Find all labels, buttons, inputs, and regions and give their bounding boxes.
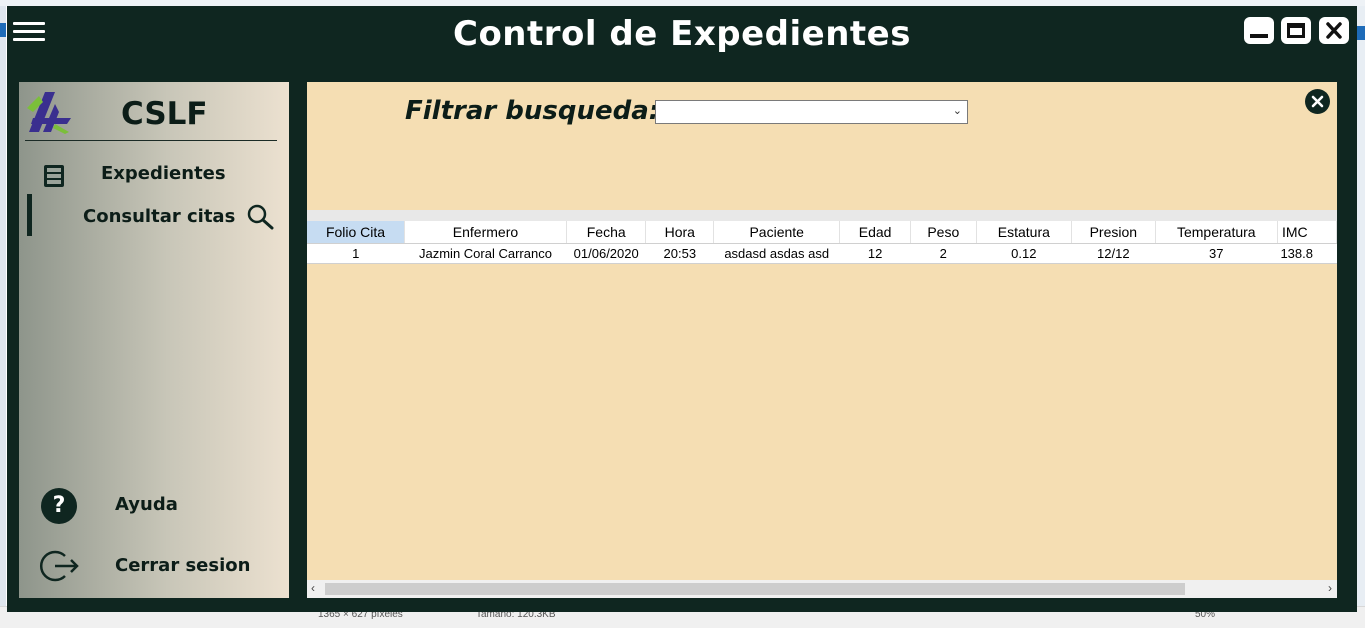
host-left-marker xyxy=(0,23,6,37)
sidebar-item-expedientes[interactable]: Expedientes xyxy=(39,160,279,190)
filter-dropdown[interactable]: ⌄ xyxy=(655,100,968,124)
sidebar-item-label: Cerrar sesion xyxy=(115,555,251,576)
column-header-estatura[interactable]: Estatura xyxy=(976,221,1072,244)
sidebar-item-label: Expedientes xyxy=(101,163,226,184)
sidebar-item-ayuda[interactable]: ? Ayuda xyxy=(41,488,281,524)
cell-peso[interactable]: 2 xyxy=(910,243,977,264)
sidebar-item-consultar-citas[interactable]: Consultar citas xyxy=(25,194,281,238)
column-header-fecha[interactable]: Fecha xyxy=(566,221,647,244)
grid-header-gap xyxy=(307,210,1337,221)
column-header-edad[interactable]: Edad xyxy=(839,221,911,244)
title-bar: Control de Expedientes xyxy=(7,6,1357,66)
table-header-row: Folio Cita Enfermero Fecha Hora Paciente… xyxy=(307,221,1337,244)
filter-label: Filtrar busqueda: xyxy=(405,96,660,126)
cell-presion[interactable]: 12/12 xyxy=(1071,243,1156,264)
minimize-button[interactable] xyxy=(1244,17,1274,44)
column-header-peso[interactable]: Peso xyxy=(910,221,977,244)
cell-folio-cita[interactable]: 1 xyxy=(307,243,405,264)
host-right-edge xyxy=(1357,6,1365,606)
logout-icon xyxy=(39,550,79,582)
column-header-presion[interactable]: Presion xyxy=(1071,221,1156,244)
close-icon xyxy=(1326,22,1342,39)
brand-name: CSLF xyxy=(121,96,208,132)
app-window: Control de Expedientes CSLF Expedientes xyxy=(7,6,1357,612)
cell-imc[interactable]: 138.8 xyxy=(1277,243,1337,264)
column-header-hora[interactable]: Hora xyxy=(645,221,715,244)
maximize-button[interactable] xyxy=(1281,17,1311,44)
cell-hora[interactable]: 20:53 xyxy=(645,243,714,264)
brand-divider xyxy=(25,140,277,141)
search-icon xyxy=(247,204,274,230)
cell-paciente[interactable]: asdasd asdas asd xyxy=(713,243,840,264)
column-header-temperatura[interactable]: Temperatura xyxy=(1155,221,1278,244)
cell-edad[interactable]: 12 xyxy=(839,243,911,264)
close-panel-button[interactable] xyxy=(1305,89,1330,114)
sidebar: CSLF Expedientes Consultar citas ? Ayuda xyxy=(19,82,289,598)
scroll-left-icon[interactable]: ‹ xyxy=(311,581,315,595)
table-row[interactable]: 1 Jazmin Coral Carranco 01/06/2020 20:53… xyxy=(307,243,1337,264)
cell-fecha[interactable]: 01/06/2020 xyxy=(566,243,646,264)
column-header-imc[interactable]: IMC xyxy=(1277,221,1337,244)
file-cabinet-icon xyxy=(44,165,64,187)
active-indicator xyxy=(27,194,32,236)
column-header-enfermero[interactable]: Enfermero xyxy=(404,221,567,244)
cell-temperatura[interactable]: 37 xyxy=(1155,243,1278,264)
column-header-paciente[interactable]: Paciente xyxy=(713,221,841,244)
horizontal-scrollbar[interactable]: ‹ › xyxy=(307,580,1337,598)
sidebar-item-label: Ayuda xyxy=(115,494,178,515)
chevron-down-icon: ⌄ xyxy=(952,105,962,117)
clinic-logo xyxy=(27,92,71,134)
column-header-folio-cita[interactable]: Folio Cita xyxy=(307,221,406,244)
help-icon: ? xyxy=(41,488,77,524)
sidebar-item-cerrar-sesion[interactable]: Cerrar sesion xyxy=(39,548,279,584)
scroll-right-icon[interactable]: › xyxy=(1328,581,1332,595)
close-icon xyxy=(1311,95,1324,108)
sidebar-item-label: Consultar citas xyxy=(83,206,236,227)
main-content: Filtrar busqueda: ⌄ Folio Cita Enfermero… xyxy=(307,82,1337,598)
scrollbar-thumb[interactable] xyxy=(325,583,1185,595)
cell-estatura[interactable]: 0.12 xyxy=(976,243,1072,264)
host-left-edge xyxy=(0,6,6,606)
appointments-table: Folio Cita Enfermero Fecha Hora Paciente… xyxy=(307,221,1337,264)
window-title: Control de Expedientes xyxy=(453,14,911,54)
cell-enfermero[interactable]: Jazmin Coral Carranco xyxy=(404,243,567,264)
close-window-button[interactable] xyxy=(1319,17,1349,44)
host-right-marker xyxy=(1357,26,1365,40)
